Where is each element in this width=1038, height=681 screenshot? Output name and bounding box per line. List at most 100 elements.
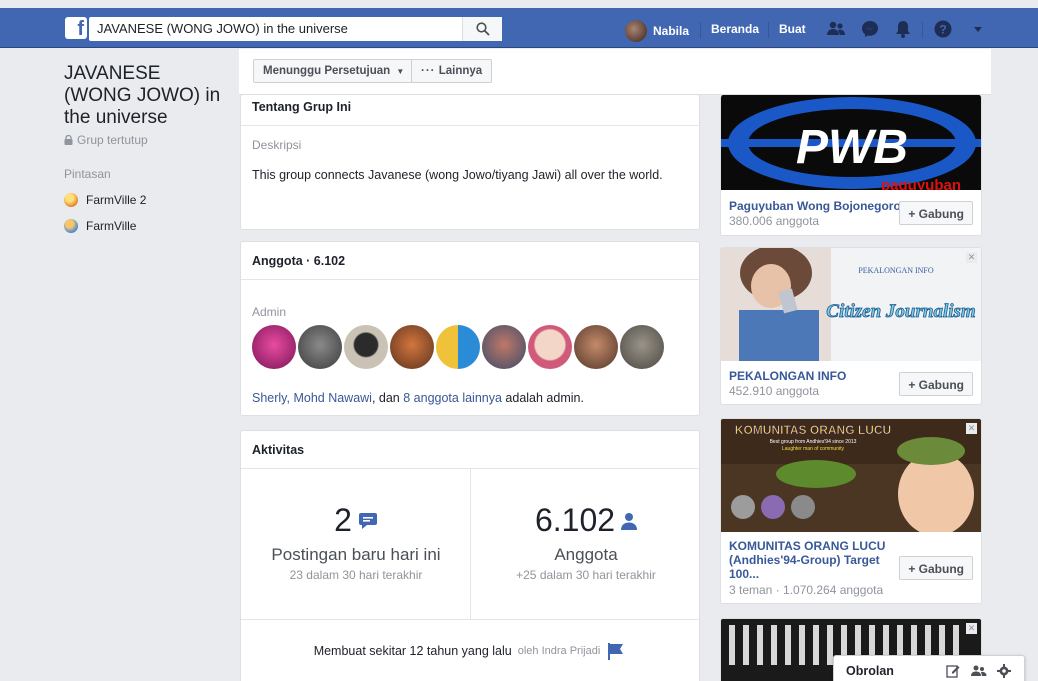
group-member-count: 3 teman · 1.070.264 anggota: [729, 583, 884, 597]
dropdown-caret-icon[interactable]: [968, 19, 988, 39]
friends-icon[interactable]: [826, 19, 846, 39]
avatar[interactable]: [574, 325, 618, 369]
cover-text: PWB: [796, 121, 908, 174]
section-divider: [241, 619, 699, 620]
admin-summary: Sherly, Mohd Nawawi, dan 8 anggota lainn…: [252, 391, 584, 405]
avatar[interactable]: [252, 325, 296, 369]
nav-create-link[interactable]: Buat: [779, 22, 806, 36]
admin-summary-text: , dan: [371, 391, 404, 405]
create-group-icon[interactable]: [971, 664, 987, 678]
group-privacy: Grup tertutup: [64, 133, 229, 147]
members-sub: +25 dalam 30 hari terakhir: [516, 568, 656, 582]
created-text: Membuat sekitar 12 tahun yang lalu: [313, 644, 512, 658]
members-stat: 6.102 Anggota +25 dalam 30 hari terakhir: [471, 468, 701, 619]
notifications-icon[interactable]: [893, 19, 913, 39]
comment-icon: [358, 512, 377, 529]
more-button[interactable]: ··· Lainnya: [411, 59, 493, 83]
shortcut-item[interactable]: FarmVille 2: [64, 193, 229, 207]
group-suggestion-card: KOMUNITAS ORANG LUCU Best group from And…: [720, 418, 982, 604]
group-title[interactable]: JAVANESE (WONG JOWO) in the universe: [64, 63, 229, 129]
nav-divider: [768, 22, 769, 38]
members-label: Anggota: [554, 545, 618, 564]
new-message-icon[interactable]: [946, 664, 960, 678]
group-suggestion-card: PEKALONGAN INFO Citizen Journalism ✕ PEK…: [720, 247, 982, 405]
group-suggestion-card: PWB paguyuban Paguyuban Wong Bojonegoro …: [720, 95, 982, 236]
svg-text:?: ?: [939, 23, 946, 37]
nav-home-link[interactable]: Beranda: [711, 22, 759, 36]
join-group-button[interactable]: + Gabung: [899, 556, 973, 580]
created-by[interactable]: oleh Indra Prijadi: [518, 645, 601, 657]
avatar[interactable]: [528, 325, 572, 369]
avatar[interactable]: [298, 325, 342, 369]
admin-avatars: [252, 325, 664, 369]
avatar[interactable]: [390, 325, 434, 369]
new-posts-stat: 2 Postingan baru hari ini 23 dalam 30 ha…: [241, 468, 471, 619]
pending-approval-button[interactable]: Menunggu Persetujuan ▼: [253, 59, 415, 83]
group-member-count: 452.910 anggota: [729, 384, 820, 398]
created-info: Membuat sekitar 12 tahun yang lalu oleh …: [241, 641, 699, 661]
close-icon[interactable]: ✕: [966, 423, 977, 434]
avatar[interactable]: [344, 325, 388, 369]
group-cover-image[interactable]: KOMUNITAS ORANG LUCU Best group from And…: [721, 419, 982, 532]
cover-text: Citizen Journalism: [826, 301, 975, 322]
farmville2-icon: [64, 193, 78, 207]
search-icon: [476, 22, 490, 36]
cover-brand: PEKALONGAN INFO: [858, 266, 934, 275]
group-cover-image[interactable]: PEKALONGAN INFO Citizen Journalism: [721, 248, 982, 361]
top-bar: f JAVANESE (WONG JOWO) in the universe N…: [0, 8, 1038, 48]
group-name-link[interactable]: KOMUNITAS ORANG LUCU (Andhies'94-Group) …: [729, 539, 889, 581]
members-count: 6.102: [534, 502, 616, 538]
close-icon[interactable]: ✕: [966, 623, 977, 634]
other-admins-link[interactable]: 8 anggota lainnya: [403, 391, 502, 405]
posts-sub: 23 dalam 30 hari terakhir: [289, 568, 423, 582]
cover-subtext: Laughter man of community: [782, 446, 844, 452]
gear-icon[interactable]: [997, 664, 1011, 678]
close-icon[interactable]: ✕: [966, 252, 977, 263]
cover-text: KOMUNITAS ORANG LUCU: [735, 423, 891, 437]
nav-divider: [922, 22, 923, 38]
left-sidebar: JAVANESE (WONG JOWO) in the universe Gru…: [64, 63, 229, 233]
cover-subtext: paguyuban: [881, 177, 961, 190]
description-text: This group connects Javanese (wong Jowo/…: [252, 168, 663, 182]
admin-names-link[interactable]: Sherly, Mohd Nawawi: [252, 391, 372, 405]
messenger-icon[interactable]: [860, 19, 880, 39]
activity-card: Aktivitas 2 Postingan baru hari ini 23 d…: [240, 430, 700, 681]
nav-divider: [700, 22, 701, 38]
shortcut-label: FarmVille 2: [86, 193, 147, 207]
person-icon: [621, 512, 638, 530]
posts-label: Postingan baru hari ini: [271, 545, 441, 564]
chat-label: Obrolan: [846, 664, 894, 678]
avatar[interactable]: [620, 325, 664, 369]
farmville-icon: [64, 219, 78, 233]
facebook-logo-icon[interactable]: f: [65, 17, 87, 40]
help-icon[interactable]: ?: [933, 19, 953, 39]
profile-name: Nabila: [653, 24, 690, 38]
cover-subtext: Best group from Andhies'94 since 2013: [770, 439, 857, 445]
avatar: [625, 20, 647, 42]
group-name-link[interactable]: Paguyuban Wong Bojonegoro: [729, 199, 901, 213]
chevron-down-icon: ▼: [396, 67, 405, 76]
search-input[interactable]: JAVANESE (WONG JOWO) in the universe: [89, 17, 502, 41]
pending-approval-label: Menunggu Persetujuan: [263, 65, 391, 77]
avatar[interactable]: [482, 325, 526, 369]
about-heading: Tentang Grup Ini: [241, 95, 699, 126]
lock-icon: [64, 135, 73, 145]
search-button[interactable]: [462, 17, 502, 41]
profile-link[interactable]: Nabila: [625, 20, 689, 42]
flag-icon: [608, 643, 624, 660]
posts-count: 2: [334, 502, 352, 538]
admin-summary-text: adalah admin.: [501, 391, 584, 405]
shortcut-item[interactable]: FarmVille: [64, 219, 229, 233]
members-heading[interactable]: Anggota · 6.102: [241, 242, 699, 280]
description-label: Deskripsi: [252, 138, 302, 152]
avatar[interactable]: [436, 325, 480, 369]
join-group-button[interactable]: + Gabung: [899, 201, 973, 225]
chat-bar[interactable]: Obrolan: [833, 655, 1025, 681]
group-action-bar: Menunggu Persetujuan ▼ ··· Lainnya: [239, 49, 991, 95]
activity-heading: Aktivitas: [241, 431, 699, 469]
group-cover-image[interactable]: PWB paguyuban: [721, 95, 982, 190]
group-name-link[interactable]: PEKALONGAN INFO: [729, 369, 846, 383]
group-member-count: 380.006 anggota: [729, 214, 820, 228]
group-privacy-label: Grup tertutup: [77, 133, 148, 147]
join-group-button[interactable]: + Gabung: [899, 372, 973, 396]
